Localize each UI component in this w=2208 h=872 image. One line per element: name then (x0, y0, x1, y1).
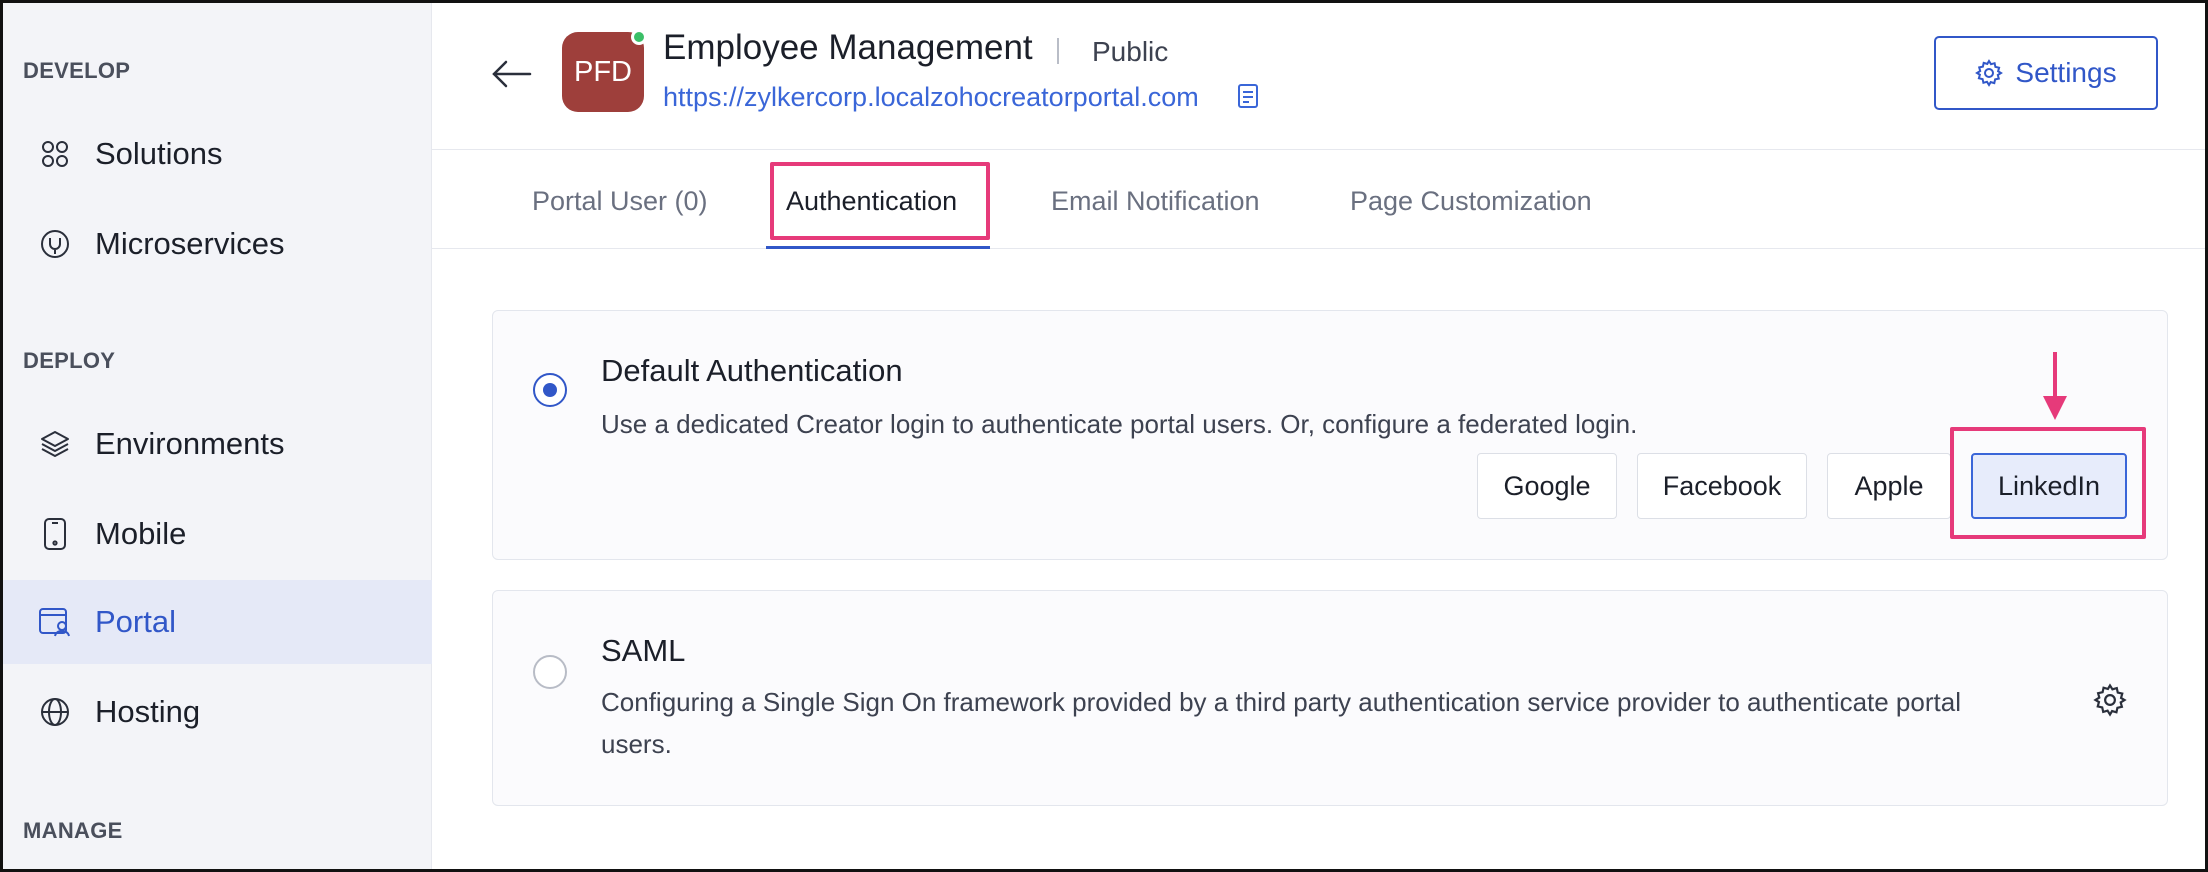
sidebar-item-mobile[interactable]: Mobile (0, 492, 432, 576)
mobile-icon (38, 517, 72, 551)
tab-bar: Portal User (0) Authentication Email Not… (432, 150, 2208, 249)
annotation-arrow-icon (2040, 350, 2070, 422)
sidebar-item-hosting[interactable]: Hosting (0, 670, 432, 754)
sidebar-item-solutions[interactable]: Solutions (0, 112, 432, 196)
sidebar-item-environments[interactable]: Environments (0, 402, 432, 486)
saml-radio[interactable] (533, 655, 567, 689)
sidebar-item-label: Microservices (95, 226, 285, 261)
tab-authentication[interactable]: Authentication (786, 186, 957, 217)
layers-icon (38, 427, 72, 461)
app-avatar: PFD (562, 29, 647, 112)
saml-settings-gear-icon[interactable] (2093, 683, 2127, 717)
globe-icon (38, 695, 72, 729)
title-divider (1057, 38, 1059, 64)
saml-description-line2: users. (601, 729, 672, 759)
sidebar: DEVELOP Solutions Microservices DEPLOY E… (0, 0, 432, 872)
saml-description-line1: Configuring a Single Sign On framework p… (601, 687, 1961, 717)
tab-portal-user[interactable]: Portal User (0) (532, 186, 708, 217)
app-title: Employee Management (663, 28, 1033, 67)
tab-page-customization[interactable]: Page Customization (1350, 186, 1592, 217)
saml-card: SAML Configuring a Single Sign On framew… (492, 590, 2168, 806)
gear-icon (1975, 59, 2004, 87)
back-arrow-icon[interactable] (490, 56, 534, 92)
default-auth-card: Default Authentication Use a dedicated C… (492, 310, 2168, 560)
section-title-deploy: DEPLOY (23, 348, 116, 373)
sidebar-item-microservices[interactable]: Microservices (0, 202, 432, 286)
google-login-button[interactable]: Google (1477, 453, 1617, 519)
saml-title: SAML (601, 633, 686, 668)
online-status-dot (631, 29, 647, 45)
portal-url-link[interactable]: https://zylkercorp.localzohocreatorporta… (663, 82, 1199, 113)
linkedin-login-button[interactable]: LinkedIn (1971, 453, 2127, 519)
visibility-label: Public (1092, 36, 1169, 67)
sidebar-item-portal[interactable]: Portal (0, 580, 432, 664)
section-title-develop: DEVELOP (23, 58, 131, 83)
default-auth-description: Use a dedicated Creator login to authent… (601, 409, 1638, 439)
sidebar-item-label: Solutions (95, 136, 223, 171)
section-title-manage: MANAGE (23, 818, 123, 843)
tab-email-notification[interactable]: Email Notification (1051, 186, 1260, 217)
sidebar-item-label: Environments (95, 426, 285, 461)
copy-icon[interactable] (1236, 82, 1260, 110)
apple-login-button[interactable]: Apple (1827, 453, 1951, 519)
active-tab-indicator (766, 246, 990, 249)
default-auth-title: Default Authentication (601, 353, 903, 388)
page-header: PFD Employee Management Public https://z… (432, 0, 2208, 150)
default-auth-radio[interactable] (533, 373, 567, 407)
sidebar-item-label: Hosting (95, 694, 201, 729)
facebook-login-button[interactable]: Facebook (1637, 453, 1807, 519)
sidebar-item-label: Mobile (95, 516, 187, 551)
settings-button[interactable]: Settings (1934, 36, 2158, 110)
portal-icon (38, 605, 72, 639)
sidebar-item-label: Portal (95, 604, 176, 639)
solutions-icon (38, 137, 72, 171)
microservices-icon (38, 227, 72, 261)
settings-label: Settings (2015, 57, 2117, 88)
avatar-text: PFD (574, 55, 632, 88)
